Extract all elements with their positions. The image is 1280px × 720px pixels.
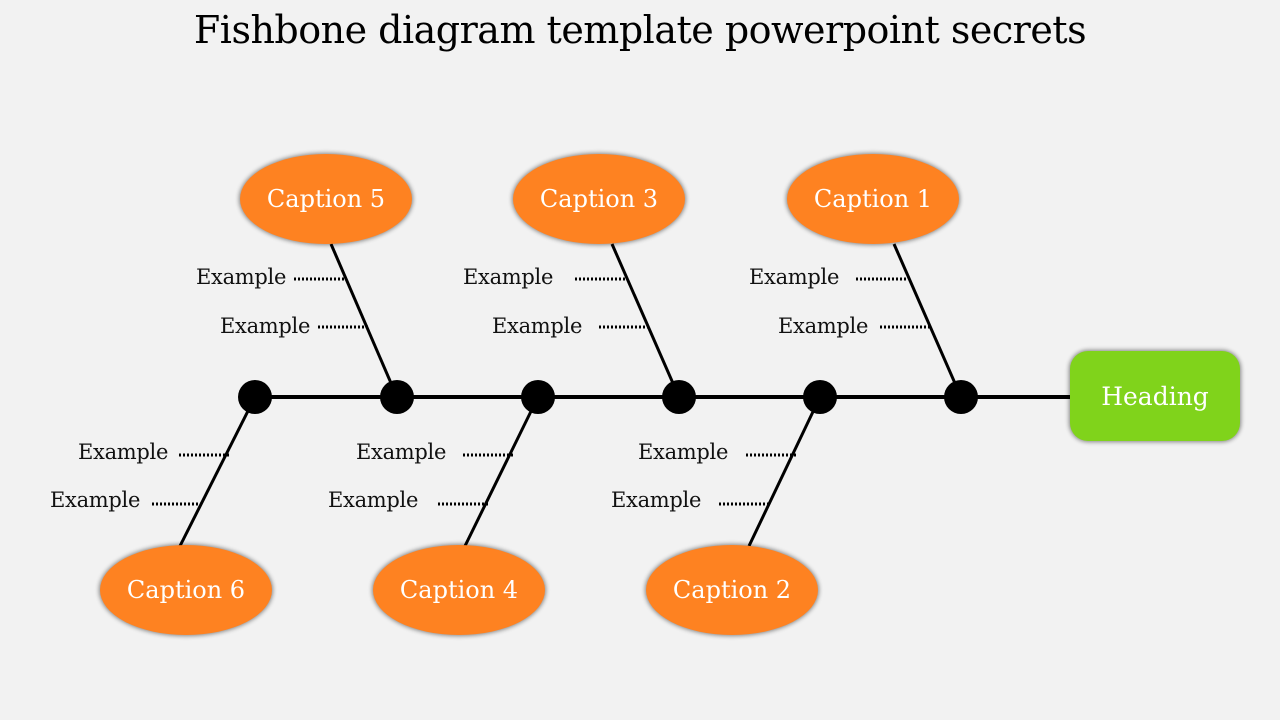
spine-node: [662, 380, 696, 414]
example-label: Example: [50, 488, 141, 512]
example-label: Example: [356, 440, 447, 464]
caption-5: Caption 5: [240, 154, 412, 244]
bone-caption-2: [747, 396, 822, 547]
example-label: Example: [196, 265, 287, 289]
example-label: Example: [220, 314, 311, 338]
caption-2: Caption 2: [646, 545, 818, 635]
heading-box: Heading: [1070, 351, 1240, 441]
caption-6: Caption 6: [100, 545, 272, 635]
bone-caption-4: [463, 396, 540, 547]
bone-caption-3: [610, 243, 681, 398]
example-label: Example: [611, 488, 702, 512]
example-label: Example: [78, 440, 169, 464]
bone-caption-5: [329, 243, 399, 398]
spine-node: [380, 380, 414, 414]
example-label: Example: [749, 265, 840, 289]
bone-caption-6: [178, 396, 257, 547]
spine-node: [238, 380, 272, 414]
caption-1: Caption 1: [787, 154, 959, 244]
spine-node: [803, 380, 837, 414]
bone-caption-1: [892, 243, 963, 398]
example-label: Example: [328, 488, 419, 512]
spine-node: [521, 380, 555, 414]
example-label: Example: [463, 265, 554, 289]
caption-3: Caption 3: [513, 154, 685, 244]
example-label: Example: [778, 314, 869, 338]
caption-4: Caption 4: [373, 545, 545, 635]
example-label: Example: [492, 314, 583, 338]
spine-node: [944, 380, 978, 414]
example-label: Example: [638, 440, 729, 464]
